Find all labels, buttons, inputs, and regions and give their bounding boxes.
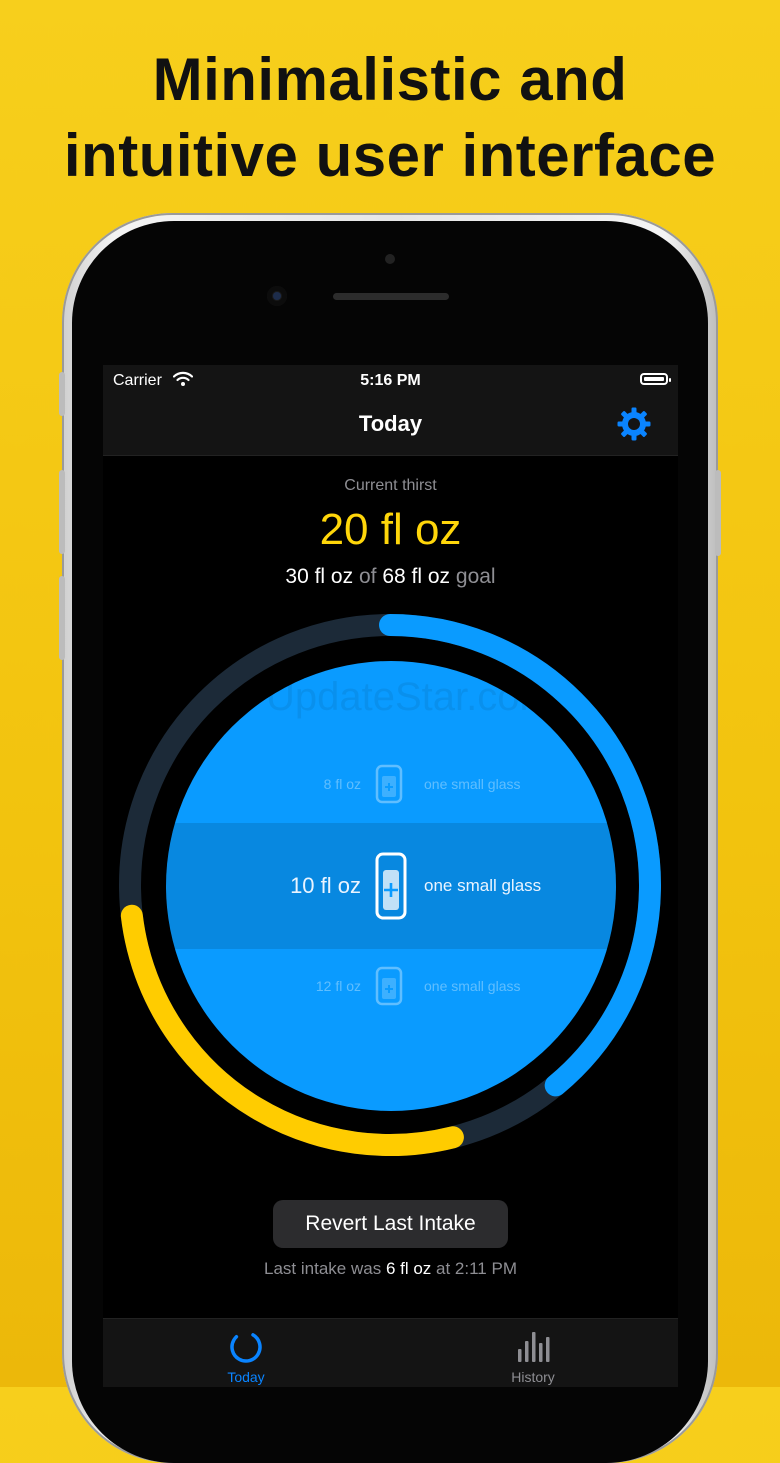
revert-last-intake-button[interactable]: Revert Last Intake [273, 1200, 508, 1248]
headline-line-2: intuitive user interface [63, 122, 717, 189]
tab-today[interactable]: Today [176, 1319, 316, 1387]
picker-row-amount: 12 fl oz [315, 978, 361, 994]
glass-plus-icon [375, 966, 403, 1006]
bar-chart-icon [518, 1332, 550, 1362]
ring-progress-icon [230, 1331, 262, 1363]
power-button [715, 470, 721, 556]
tab-history-label: History [511, 1369, 555, 1385]
picker-row-amount: 10 fl oz [290, 873, 361, 898]
watermark: UpdateStar.com [266, 675, 553, 719]
last-intake-info: Last intake was 6 fl oz at 2:11 PM [103, 1259, 678, 1279]
proximity-sensor [385, 254, 395, 264]
glass-plus-icon [375, 852, 407, 920]
last-intake-amount: 6 fl oz [385, 1259, 432, 1278]
last-intake-suffix: at 2:11 PM [436, 1259, 517, 1278]
picker-row-description: one small glass [424, 776, 521, 792]
headline-line-1: Minimalistic and [152, 46, 628, 113]
earpiece-speaker [333, 293, 449, 300]
tab-bar: Today History [103, 1318, 678, 1387]
tab-history[interactable]: History [463, 1319, 603, 1387]
picker-row[interactable]: 12 fl oz one small glass [166, 966, 616, 1006]
picker-row[interactable]: 8 fl oz one small glass [166, 764, 616, 804]
promo-headline: Minimalistic and intuitive user interfac… [0, 42, 780, 194]
volume-down-button [59, 576, 65, 660]
intake-amount-picker[interactable]: UpdateStar.com 8 fl oz one small glass 1… [166, 661, 616, 1111]
mute-switch [59, 372, 65, 416]
glass-plus-icon [375, 764, 403, 804]
tab-today-label: Today [227, 1369, 265, 1385]
app-screen: Carrier 5:16 PM Today Current thirst 20 … [103, 365, 678, 1387]
picker-row-description: one small glass [424, 876, 542, 895]
front-camera [267, 286, 287, 306]
volume-up-button [59, 470, 65, 554]
picker-row-selected[interactable]: 10 fl oz one small glass [166, 823, 616, 949]
picker-row-description: one small glass [424, 978, 521, 994]
last-intake-prefix: Last intake was [264, 1259, 382, 1278]
picker-row-amount: 8 fl oz [323, 776, 361, 792]
